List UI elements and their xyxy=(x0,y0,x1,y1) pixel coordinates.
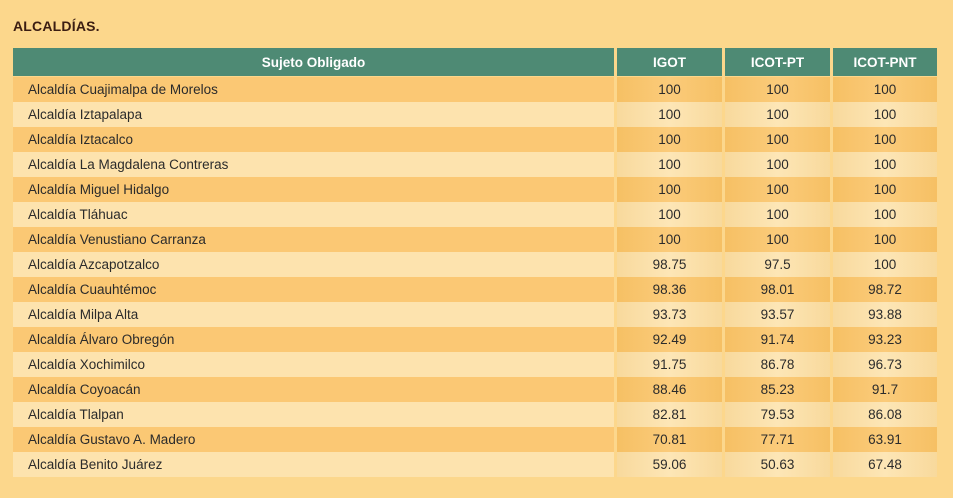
cell-igot: 100 xyxy=(617,127,722,152)
cell-icot-pnt: 96.73 xyxy=(833,352,937,377)
cell-icot-pnt: 100 xyxy=(833,252,937,277)
table-row: Alcaldía La Magdalena Contreras 100 100 100 xyxy=(13,152,937,177)
cell-icot-pt: 91.74 xyxy=(725,327,830,352)
cell-icot-pt: 100 xyxy=(725,227,830,252)
cell-icot-pt: 77.71 xyxy=(725,427,830,452)
cell-igot: 100 xyxy=(617,152,722,177)
cell-igot: 93.73 xyxy=(617,302,722,327)
table-row: Alcaldía Venustiano Carranza 100 100 100 xyxy=(13,227,937,252)
cell-icot-pnt: 93.23 xyxy=(833,327,937,352)
table-header-row: Sujeto Obligado IGOT ICOT-PT ICOT-PNT xyxy=(13,48,937,76)
cell-icot-pt: 97.5 xyxy=(725,252,830,277)
cell-sujeto-obligado: Alcaldía Gustavo A. Madero xyxy=(13,427,614,452)
cell-igot: 98.36 xyxy=(617,277,722,302)
cell-sujeto-obligado: Alcaldía Miguel Hidalgo xyxy=(13,177,614,202)
table-row: Alcaldía Azcapotzalco 98.75 97.5 100 xyxy=(13,252,937,277)
cell-sujeto-obligado: Alcaldía La Magdalena Contreras xyxy=(13,152,614,177)
cell-icot-pnt: 100 xyxy=(833,77,937,102)
cell-sujeto-obligado: Alcaldía Tlalpan xyxy=(13,402,614,427)
cell-icot-pnt: 93.88 xyxy=(833,302,937,327)
cell-sujeto-obligado: Alcaldía Venustiano Carranza xyxy=(13,227,614,252)
cell-sujeto-obligado: Alcaldía Álvaro Obregón xyxy=(13,327,614,352)
cell-icot-pnt: 100 xyxy=(833,127,937,152)
cell-igot: 82.81 xyxy=(617,402,722,427)
cell-sujeto-obligado: Alcaldía Xochimilco xyxy=(13,352,614,377)
cell-sujeto-obligado: Alcaldía Tláhuac xyxy=(13,202,614,227)
cell-sujeto-obligado: Alcaldía Milpa Alta xyxy=(13,302,614,327)
cell-icot-pt: 100 xyxy=(725,102,830,127)
cell-icot-pt: 98.01 xyxy=(725,277,830,302)
cell-icot-pt: 100 xyxy=(725,77,830,102)
cell-icot-pnt: 91.7 xyxy=(833,377,937,402)
cell-sujeto-obligado: Alcaldía Iztacalco xyxy=(13,127,614,152)
table-row: Alcaldía Milpa Alta 93.73 93.57 93.88 xyxy=(13,302,937,327)
cell-icot-pnt: 100 xyxy=(833,227,937,252)
cell-icot-pt: 50.63 xyxy=(725,452,830,477)
column-header-sujeto-obligado: Sujeto Obligado xyxy=(13,48,614,76)
cell-icot-pnt: 98.72 xyxy=(833,277,937,302)
cell-igot: 70.81 xyxy=(617,427,722,452)
table-row: Alcaldía Iztapalapa 100 100 100 xyxy=(13,102,937,127)
cell-sujeto-obligado: Alcaldía Cuajimalpa de Morelos xyxy=(13,77,614,102)
table-row: Alcaldía Tláhuac 100 100 100 xyxy=(13,202,937,227)
table-row: Alcaldía Álvaro Obregón 92.49 91.74 93.23 xyxy=(13,327,937,352)
column-header-icot-pt: ICOT-PT xyxy=(725,48,830,76)
table-row: Alcaldía Iztacalco 100 100 100 xyxy=(13,127,937,152)
cell-icot-pnt: 86.08 xyxy=(833,402,937,427)
table-row: Alcaldía Coyoacán 88.46 85.23 91.7 xyxy=(13,377,937,402)
cell-igot: 100 xyxy=(617,77,722,102)
table-row: Alcaldía Xochimilco 91.75 86.78 96.73 xyxy=(13,352,937,377)
cell-icot-pnt: 100 xyxy=(833,177,937,202)
cell-igot: 92.49 xyxy=(617,327,722,352)
cell-icot-pt: 93.57 xyxy=(725,302,830,327)
cell-icot-pt: 100 xyxy=(725,152,830,177)
cell-igot: 100 xyxy=(617,177,722,202)
table-row: Alcaldía Tlalpan 82.81 79.53 86.08 xyxy=(13,402,937,427)
cell-icot-pt: 79.53 xyxy=(725,402,830,427)
cell-icot-pnt: 100 xyxy=(833,202,937,227)
table-body: Alcaldía Cuajimalpa de Morelos 100 100 100 A… xyxy=(13,77,937,477)
cell-icot-pnt: 63.91 xyxy=(833,427,937,452)
cell-sujeto-obligado: Alcaldía Cuauhtémoc xyxy=(13,277,614,302)
cell-icot-pnt: 100 xyxy=(833,152,937,177)
cell-icot-pt: 85.23 xyxy=(725,377,830,402)
table-row: Alcaldía Miguel Hidalgo 100 100 100 xyxy=(13,177,937,202)
cell-sujeto-obligado: Alcaldía Azcapotzalco xyxy=(13,252,614,277)
table-row: Alcaldía Benito Juárez 59.06 50.63 67.48 xyxy=(13,452,937,477)
cell-igot: 59.06 xyxy=(617,452,722,477)
cell-sujeto-obligado: Alcaldía Iztapalapa xyxy=(13,102,614,127)
table-row: Alcaldía Gustavo A. Madero 70.81 77.71 63.9… xyxy=(13,427,937,452)
cell-sujeto-obligado: Alcaldía Benito Juárez xyxy=(13,452,614,477)
table-row: Alcaldía Cuauhtémoc 98.36 98.01 98.72 xyxy=(13,277,937,302)
cell-icot-pt: 100 xyxy=(725,127,830,152)
cell-icot-pt: 100 xyxy=(725,202,830,227)
cell-igot: 91.75 xyxy=(617,352,722,377)
cell-igot: 100 xyxy=(617,202,722,227)
column-header-icot-pnt: ICOT-PNT xyxy=(833,48,937,76)
column-header-igot: IGOT xyxy=(617,48,722,76)
cell-igot: 88.46 xyxy=(617,377,722,402)
cell-icot-pnt: 100 xyxy=(833,102,937,127)
cell-igot: 98.75 xyxy=(617,252,722,277)
cell-icot-pnt: 67.48 xyxy=(833,452,937,477)
cell-icot-pt: 100 xyxy=(725,177,830,202)
transparency-table: Sujeto Obligado IGOT ICOT-PT ICOT-PNT Al… xyxy=(13,48,937,477)
cell-icot-pt: 86.78 xyxy=(725,352,830,377)
page-title: ALCALDÍAS. xyxy=(13,18,100,34)
table-row: Alcaldía Cuajimalpa de Morelos 100 100 100 xyxy=(13,77,937,102)
cell-igot: 100 xyxy=(617,102,722,127)
cell-sujeto-obligado: Alcaldía Coyoacán xyxy=(13,377,614,402)
cell-igot: 100 xyxy=(617,227,722,252)
